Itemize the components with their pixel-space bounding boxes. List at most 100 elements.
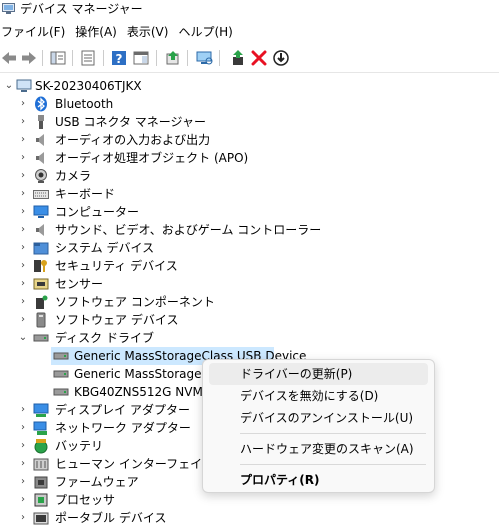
expand-chevron-icon[interactable]: ›	[17, 276, 29, 292]
menu-separator	[240, 464, 426, 465]
properties-icon[interactable]	[79, 49, 97, 67]
disk-drive-icon	[53, 370, 69, 378]
tree-item-sensors[interactable]: › センサー	[0, 275, 499, 293]
expand-chevron-icon[interactable]: ›	[17, 96, 29, 112]
menu-item-label: ドライバーの更新(P)	[240, 367, 353, 381]
processor-icon	[34, 493, 48, 507]
system-folder-icon	[33, 242, 49, 255]
tree-item-usb-connector[interactable]: › USB コネクタ マネージャー	[0, 113, 499, 131]
tree-item-bluetooth[interactable]: › Bluetooth	[0, 95, 499, 113]
bluetooth-icon	[35, 96, 47, 112]
computer-icon	[16, 79, 32, 92]
expand-chevron-icon[interactable]: ›	[17, 456, 29, 472]
hid-icon	[33, 458, 49, 471]
device-manager-icon	[2, 3, 15, 14]
expand-chevron-icon[interactable]: ›	[17, 312, 29, 328]
menu-item-label: デバイスのアンインストール(U)	[240, 411, 414, 425]
expand-chevron-icon[interactable]: ›	[17, 258, 29, 274]
menu-help[interactable]: ヘルプ(H)	[178, 22, 242, 42]
tree-item-camera[interactable]: › カメラ	[0, 167, 499, 185]
expand-chevron-icon[interactable]: ›	[17, 204, 29, 220]
expand-chevron-icon[interactable]: ›	[17, 114, 29, 130]
menu-scan-hardware[interactable]: ハードウェア変更のスキャン(A)	[209, 438, 428, 460]
disable-device-icon[interactable]	[272, 49, 290, 67]
menu-disable-device[interactable]: デバイスを無効にする(D)	[209, 385, 428, 407]
key-icon	[34, 260, 47, 272]
tree-item-computer[interactable]: › コンピューター	[0, 203, 499, 221]
firmware-icon	[34, 476, 48, 489]
menu-action[interactable]: 操作(A)	[75, 22, 127, 42]
tree-item-keyboard[interactable]: › キーボード	[0, 185, 499, 203]
toolbar-separator	[72, 50, 73, 66]
tree-item-security-devices[interactable]: › セキュリティ デバイス	[0, 257, 499, 275]
update-driver-icon[interactable]	[164, 49, 182, 67]
back-icon[interactable]	[0, 49, 18, 67]
tree-item-label: ファームウェア	[55, 475, 139, 489]
window-title: デバイス マネージャー	[20, 2, 143, 16]
tree-item-label: カメラ	[55, 169, 92, 183]
menu-properties[interactable]: プロパティ(R)	[209, 469, 428, 491]
expand-chevron-icon[interactable]: ›	[17, 222, 29, 238]
monitor-icon	[33, 205, 49, 218]
menu-uninstall-device[interactable]: デバイスのアンインストール(U)	[209, 407, 428, 429]
tree-item-software-components[interactable]: › ソフトウェア コンポーネント	[0, 293, 499, 311]
expand-chevron-icon[interactable]: ›	[17, 492, 29, 508]
display-adapter-icon	[33, 403, 49, 417]
expand-chevron-icon[interactable]: ›	[17, 510, 29, 526]
toolbar: ?	[0, 44, 499, 73]
expand-chevron-icon[interactable]: ›	[17, 294, 29, 310]
collapse-chevron-icon[interactable]: ⌄	[3, 78, 15, 94]
tree-root[interactable]: ⌄ SK-20230406TJKX	[0, 77, 499, 95]
tree-item-label: ネットワーク アダプター	[55, 421, 191, 435]
tree-item-label: オーディオ処理オブジェクト (APO)	[55, 151, 249, 165]
tree-item-audio-io[interactable]: › オーディオの入力および出力	[0, 131, 499, 149]
disk-drive-icon	[53, 352, 69, 360]
tree-item-label: キーボード	[55, 187, 116, 201]
menu-view[interactable]: 表示(V)	[127, 22, 179, 42]
enable-device-icon[interactable]	[229, 49, 247, 67]
collapse-chevron-icon[interactable]: ⌄	[17, 330, 29, 346]
tree-item-processors[interactable]: › プロセッサ	[0, 491, 499, 509]
toolbar-separator	[42, 50, 43, 66]
expand-chevron-icon[interactable]: ›	[17, 420, 29, 436]
action-pane-icon[interactable]	[132, 49, 150, 67]
forward-icon[interactable]	[20, 49, 38, 67]
title-bar: デバイス マネージャー	[0, 0, 499, 20]
network-adapter-icon	[33, 421, 47, 435]
show-hide-tree-icon[interactable]	[49, 49, 67, 67]
tree-item-label: センサー	[55, 277, 104, 291]
root-label: SK-20230406TJKX	[35, 79, 142, 93]
tree-item-software-devices[interactable]: › ソフトウェア デバイス	[0, 311, 499, 329]
tree-item-portable-devices[interactable]: › ポータブル デバイス	[0, 509, 499, 527]
expand-chevron-icon[interactable]: ›	[17, 150, 29, 166]
menu-bar: ファイル(F) 操作(A) 表示(V) ヘルプ(H)	[0, 21, 499, 43]
tree-item-label: ソフトウェア デバイス	[55, 313, 179, 327]
tree-item-label: オーディオの入力および出力	[55, 133, 211, 147]
tree-item-label: ディスプレイ アダプター	[55, 403, 190, 417]
expand-chevron-icon[interactable]: ›	[17, 438, 29, 454]
expand-chevron-icon[interactable]: ›	[17, 132, 29, 148]
expand-chevron-icon[interactable]: ›	[17, 168, 29, 184]
expand-chevron-icon[interactable]: ›	[17, 474, 29, 490]
tree-item-sound-video-game[interactable]: › サウンド、ビデオ、およびゲーム コントローラー	[0, 221, 499, 239]
help-icon[interactable]: ?	[110, 49, 128, 67]
expand-chevron-icon[interactable]: ›	[17, 186, 29, 202]
battery-icon	[34, 439, 48, 454]
expand-chevron-icon[interactable]: ›	[17, 402, 29, 418]
menu-separator	[240, 433, 426, 434]
tree-item-label: ソフトウェア コンポーネント	[55, 295, 215, 309]
disk-drive-icon	[33, 334, 49, 342]
menu-item-label: プロパティ(R)	[240, 473, 320, 487]
tree-item-disk-drives[interactable]: ⌄ ディスク ドライブ	[0, 329, 499, 347]
tree-item-system-devices[interactable]: › システム デバイス	[0, 239, 499, 257]
speaker-icon	[36, 134, 44, 146]
scan-hardware-icon[interactable]	[195, 49, 213, 67]
menu-update-driver[interactable]: ドライバーの更新(P)	[209, 363, 428, 385]
software-device-icon	[36, 312, 46, 328]
tree-item-apo[interactable]: › オーディオ処理オブジェクト (APO)	[0, 149, 499, 167]
menu-item-label: デバイスを無効にする(D)	[240, 389, 379, 403]
toolbar-separator	[103, 50, 104, 66]
uninstall-device-icon[interactable]	[250, 49, 268, 67]
expand-chevron-icon[interactable]: ›	[17, 240, 29, 256]
menu-file[interactable]: ファイル(F)	[0, 22, 75, 42]
